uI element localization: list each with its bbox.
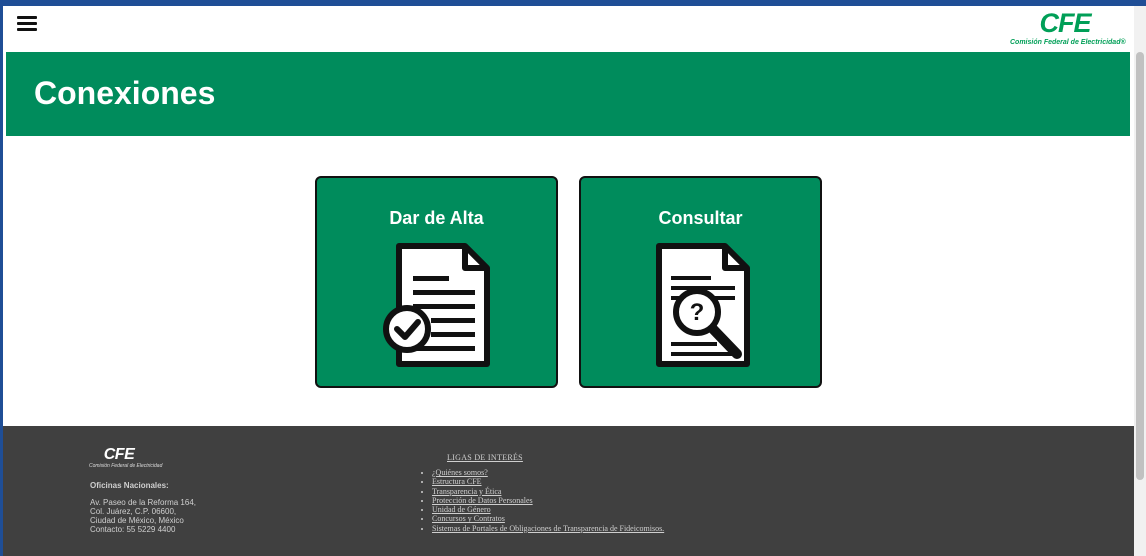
link-unidad-genero[interactable]: Unidad de Género bbox=[432, 505, 491, 514]
address-line: Col. Juárez, C.P. 06600, bbox=[90, 507, 177, 516]
page-title: Conexiones bbox=[34, 75, 216, 111]
hamburger-menu-icon[interactable] bbox=[17, 16, 37, 32]
document-checkmark-icon bbox=[383, 243, 490, 367]
list-item: ¿Quiénes somos? bbox=[432, 468, 664, 477]
footer-logo-mark: CFE bbox=[103, 446, 135, 463]
cfe-logo[interactable]: CFE Comisión Federal de Electricidad® bbox=[1010, 8, 1126, 50]
dar-de-alta-label: Dar de Alta bbox=[389, 208, 484, 228]
logo-subtitle: Comisión Federal de Electricidad® bbox=[1010, 39, 1126, 46]
links-title: LIGAS DE INTERÉS bbox=[447, 453, 523, 462]
vertical-scrollbar[interactable] bbox=[1134, 6, 1146, 556]
list-item: Unidad de Género bbox=[432, 505, 664, 514]
list-item: Concursos y Contratos bbox=[432, 514, 664, 523]
footer-logo-subtitle: Comisión Federal de Electricidad bbox=[89, 463, 163, 469]
list-item: Transparencia y Ética bbox=[432, 487, 664, 496]
link-transparencia-etica[interactable]: Transparencia y Ética bbox=[432, 487, 501, 496]
consultar-label: Consultar bbox=[658, 208, 743, 228]
scrollbar-thumb[interactable] bbox=[1136, 52, 1144, 480]
list-item: Sistemas de Portales de Obligaciones de … bbox=[432, 524, 664, 533]
link-portales-fideicomisos[interactable]: Sistemas de Portales de Obligaciones de … bbox=[432, 524, 664, 533]
logo-mark: CFE bbox=[1039, 8, 1092, 38]
svg-text:?: ? bbox=[690, 299, 705, 326]
footer-logo: CFE Comisión Federal de Electricidad bbox=[89, 446, 163, 469]
office-title: Oficinas Nacionales: bbox=[90, 481, 169, 490]
list-item: Protección de Datos Personales bbox=[432, 496, 664, 505]
dar-de-alta-card[interactable]: Dar de Alta bbox=[315, 176, 558, 388]
link-concursos-contratos[interactable]: Concursos y Contratos bbox=[432, 514, 505, 523]
office-address: Av. Paseo de la Reforma 164, Col. Juárez… bbox=[90, 498, 196, 534]
top-navbar: CFE Comisión Federal de Electricidad® bbox=[3, 6, 1134, 52]
links-list: ¿Quiénes somos? Estructura CFE Transpare… bbox=[416, 468, 664, 533]
list-item: Estructura CFE bbox=[432, 477, 664, 486]
address-line: Av. Paseo de la Reforma 164, bbox=[90, 498, 196, 507]
footer: CFE Comisión Federal de Electricidad Ofi… bbox=[3, 426, 1134, 556]
consultar-card[interactable]: Consultar ? bbox=[579, 176, 822, 388]
contact-line: Contacto: 55 5229 4400 bbox=[90, 525, 176, 534]
link-quienes-somos[interactable]: ¿Quiénes somos? bbox=[432, 468, 488, 477]
link-proteccion-datos[interactable]: Protección de Datos Personales bbox=[432, 496, 533, 505]
page-banner: Conexiones bbox=[6, 52, 1130, 136]
link-estructura-cfe[interactable]: Estructura CFE bbox=[432, 477, 482, 486]
address-line: Ciudad de México, México bbox=[90, 516, 184, 525]
document-search-icon: ? bbox=[656, 243, 750, 367]
